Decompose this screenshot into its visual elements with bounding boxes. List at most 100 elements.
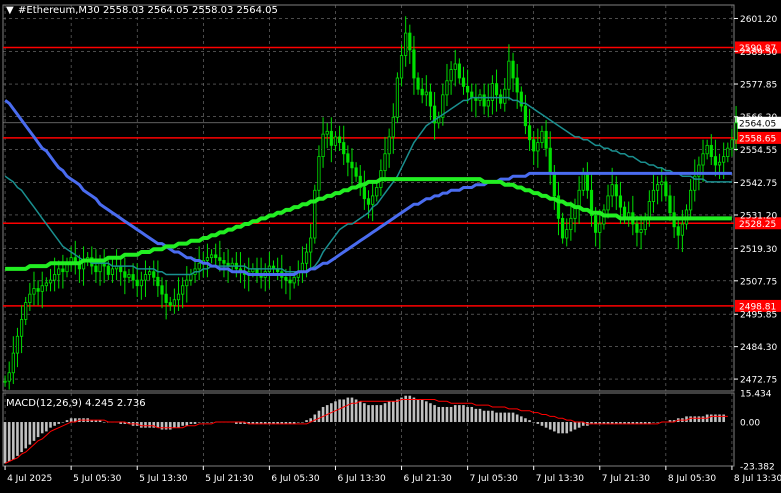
candle-body <box>205 257 210 261</box>
macd-histogram-bar <box>317 410 321 423</box>
price-tick-label: 2472.75 <box>740 376 777 386</box>
macd-histogram-bar <box>371 405 374 423</box>
candle-body <box>61 268 65 273</box>
macd-histogram-bar <box>511 412 515 423</box>
macd-histogram-bar <box>177 422 180 428</box>
candle-body <box>722 156 726 163</box>
candle-body <box>176 293 181 301</box>
macd-histogram-bar <box>7 422 11 462</box>
macd-histogram-bar <box>503 412 507 423</box>
candle-body <box>168 302 172 306</box>
trading-chart-window: 2590.87 2558.65 2528.25 2498.81 2564.05 2601… <box>0 0 781 489</box>
price-tick-label: 2601.20 <box>740 15 777 25</box>
macd-histogram-bar <box>420 399 424 423</box>
candle-body <box>346 153 350 163</box>
candle-body <box>15 335 20 354</box>
candle-body <box>106 265 110 275</box>
candle-body <box>127 274 131 278</box>
macd-histogram-bar <box>693 416 697 423</box>
candle-body <box>123 271 127 278</box>
candle-body <box>577 189 581 208</box>
candle-body <box>676 226 680 236</box>
candle-body <box>709 144 713 157</box>
candle-body <box>420 88 424 96</box>
candle-body <box>527 125 532 141</box>
candle-body <box>428 91 433 107</box>
macd-histogram-bar <box>412 397 416 423</box>
candle-body <box>28 293 32 303</box>
candle-body <box>288 279 292 284</box>
macd-histogram-bar <box>53 422 56 426</box>
macd-histogram-bar <box>656 422 659 423</box>
candle-body <box>329 130 333 146</box>
candle-body <box>214 254 218 259</box>
time-tick-label: 5 Jul 05:30 <box>73 474 122 484</box>
time-tick-label: 5 Jul 13:30 <box>139 474 188 484</box>
macd-histogram-bar <box>445 406 449 423</box>
price-tick-label: 2554.55 <box>740 146 777 156</box>
candle-body <box>24 302 28 320</box>
candle-body <box>3 380 7 383</box>
macd-histogram-bar <box>569 422 573 432</box>
price-candles <box>3 16 738 390</box>
candle-body <box>164 293 168 303</box>
candle-body <box>152 271 156 278</box>
candle-body <box>664 181 668 197</box>
macd-histogram-bar <box>391 401 395 423</box>
chart-canvas[interactable]: 2590.872558.652528.252498.812564.05 2601… <box>0 0 781 489</box>
candle-body <box>143 274 148 281</box>
candle-body <box>651 189 656 202</box>
macd-histogram-bar <box>61 422 65 423</box>
candle-body <box>11 352 15 374</box>
candle-body <box>606 195 610 211</box>
macd-histogram-bar <box>697 416 701 423</box>
candle-body <box>304 251 309 264</box>
price-tick-label: 2507.75 <box>740 277 777 287</box>
macd-histogram-bar <box>486 410 490 423</box>
candle-body <box>499 94 503 104</box>
candle-body <box>98 262 102 273</box>
candle-body <box>333 136 338 146</box>
macd-histogram-bar <box>160 422 164 430</box>
candle-body <box>548 147 552 174</box>
macd-histogram-bar <box>387 401 391 423</box>
level-price-label: 2558.65 <box>739 134 776 144</box>
macd-histogram-bar <box>470 406 474 423</box>
candle-body <box>532 139 536 152</box>
price-tick-label: 2566.20 <box>740 113 777 123</box>
macd-histogram-bar <box>148 422 151 428</box>
macd-histogram-bar <box>16 422 19 456</box>
candle-body <box>53 274 57 281</box>
macd-histogram-bar <box>548 422 552 430</box>
candle-body <box>486 100 490 107</box>
candle-body <box>408 32 412 51</box>
macd-histogram-bar <box>379 405 383 423</box>
macd-histogram-bar <box>206 422 209 423</box>
macd-histogram-bar <box>458 405 461 423</box>
macd-histogram-bar <box>544 422 548 428</box>
time-tick-label: 6 Jul 13:30 <box>337 474 386 484</box>
candle-body <box>734 122 738 141</box>
candle-body <box>354 167 358 177</box>
macd-histogram-bar <box>334 401 337 423</box>
macd-histogram-bar <box>553 422 556 432</box>
menu-triangle-icon[interactable]: ▼ <box>6 5 14 16</box>
candle-body <box>48 279 53 284</box>
macd-histogram-bar <box>449 406 453 423</box>
candle-body <box>412 49 416 79</box>
candle-body <box>337 136 342 143</box>
macd-histogram-bar <box>561 422 564 434</box>
macd-histogram-bar <box>453 405 457 423</box>
macd-histogram-bar <box>718 414 721 423</box>
candle-body <box>404 32 408 56</box>
candle-body <box>569 217 573 230</box>
macd-histogram-bar <box>652 422 655 423</box>
macd-histogram-bar <box>49 422 52 428</box>
candle-body <box>44 282 48 287</box>
macd-histogram-bar <box>296 422 300 423</box>
candle-body <box>647 201 651 219</box>
candle-body <box>585 173 589 191</box>
symbol-header: #Ethereum,M30 2558.03 2564.05 2558.03 25… <box>18 5 278 16</box>
macd-histogram-bar <box>557 422 560 434</box>
candle-body <box>445 80 449 96</box>
